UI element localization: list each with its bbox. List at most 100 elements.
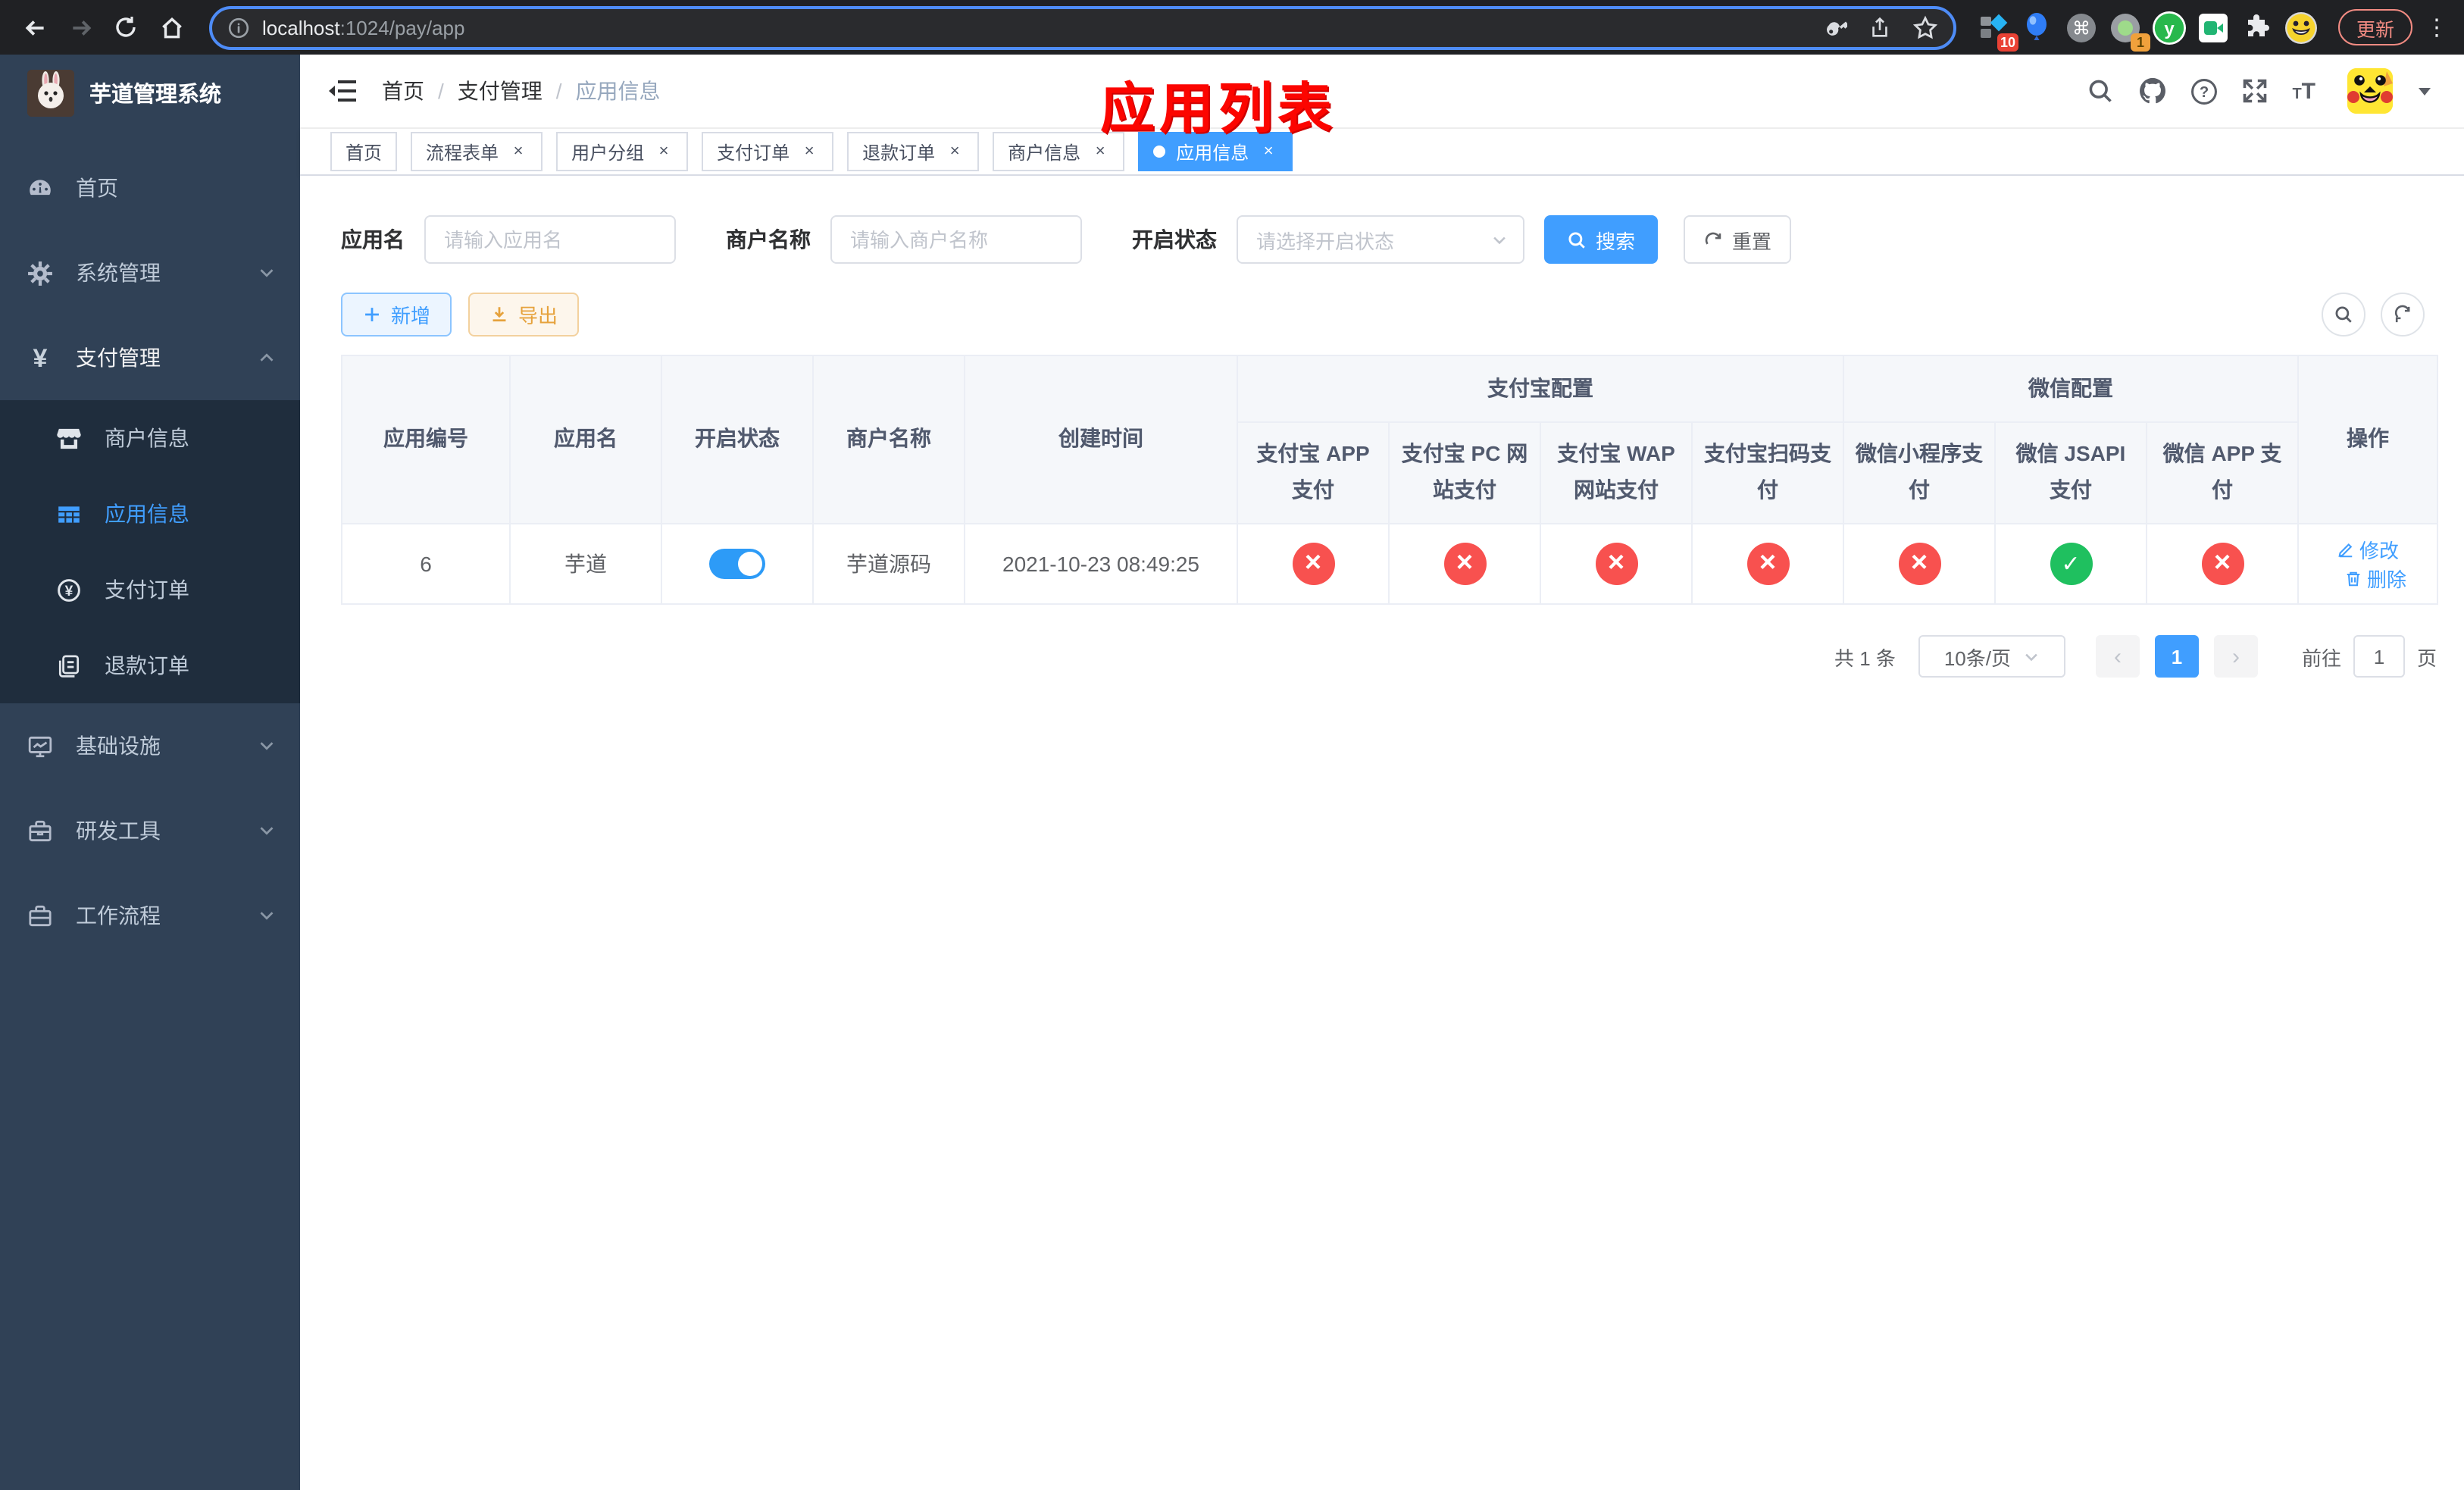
next-page-button[interactable]: › [2213,635,2258,678]
goto-page-input[interactable] [2353,635,2405,678]
sidebar-subitem-refund-order[interactable]: 退款订单 [0,628,300,703]
url-bar[interactable]: localhost:1024/pay/app [209,5,1956,49]
tab-label: 支付订单 [717,142,790,163]
font-size-icon[interactable]: TT [2292,78,2315,104]
tab-refund-order[interactable]: 退款订单 × [847,132,980,171]
reset-button[interactable]: 重置 [1684,215,1792,264]
cell-status [661,523,814,605]
status-select[interactable]: 请选择开启状态 [1237,215,1524,264]
breadcrumb-home[interactable]: 首页 [382,76,424,106]
browser-update-button[interactable]: 更新 [2337,9,2412,45]
breadcrumb-app-info: 应用信息 [575,79,661,103]
profile-smiley-icon[interactable] [2282,8,2320,46]
sidebar-item-devtools[interactable]: 研发工具 [0,788,300,873]
browser-forward-button[interactable] [61,8,100,47]
app-logo-row[interactable]: 芋道管理系统 [0,55,300,130]
search-button[interactable]: 搜索 [1544,215,1659,264]
goto-unit: 页 [2416,646,2437,669]
sidebar-collapse-button[interactable] [327,76,358,106]
browser-reload-button[interactable] [106,8,145,47]
close-icon[interactable]: × [1259,142,1277,161]
share-icon[interactable] [1868,16,1891,39]
delete-link[interactable]: 删除 [2344,564,2406,593]
download-icon [492,307,506,322]
tab-user-group[interactable]: 用户分组 × [556,132,689,171]
close-icon[interactable]: × [1091,142,1109,161]
url-text[interactable]: localhost:1024/pay/app [262,16,464,39]
close-icon[interactable]: × [946,142,964,161]
sidebar-item-system[interactable]: 系统管理 [0,230,300,315]
github-icon[interactable] [2137,77,2166,105]
avatar-dropdown-caret-icon[interactable] [2419,87,2431,95]
bookmark-star-icon[interactable] [1912,14,1938,40]
page-1-button[interactable]: 1 [2154,635,2199,678]
extension-chat-icon[interactable] [2194,8,2232,46]
status-cross-icon [2201,543,2244,585]
col-alipay-wap: 支付宝 WAP 网站支付 [1540,421,1693,524]
status-cross-icon [1443,543,1486,585]
search-icon [1568,231,1585,248]
close-icon[interactable]: × [509,142,527,161]
tab-home[interactable]: 首页 [330,132,398,171]
password-key-icon[interactable] [1821,14,1847,40]
breadcrumb-separator: / [438,79,444,103]
page-size-select[interactable]: 10条/页 [1918,635,2065,678]
tab-pay-order[interactable]: 支付订单 × [702,132,834,171]
chevron-down-icon [260,827,274,835]
browser-home-button[interactable] [152,8,191,47]
status-cross-icon [1746,543,1789,585]
sidebar-item-label: 商户信息 [105,426,189,450]
merchant-name-input[interactable] [830,215,1082,264]
extension-command-icon[interactable]: ⌘ [2062,8,2100,46]
help-icon[interactable]: ? [2189,77,2218,105]
tab-merchant-info[interactable]: 商户信息 × [993,132,1125,171]
cell-wechat-mini [1843,523,1996,605]
extension-badge: 1 [2130,33,2150,51]
status-label: 开启状态 [1132,227,1217,252]
edit-link[interactable]: 修改 [2337,535,2399,564]
info-icon[interactable] [227,16,250,39]
app-name-input[interactable] [424,215,676,264]
export-button-label: 导出 [518,305,558,327]
sidebar-subitem-pay-order[interactable]: ¥ 支付订单 [0,552,300,628]
extension-balloon-icon[interactable] [2018,8,2056,46]
breadcrumb-payment[interactable]: 支付管理 [458,76,543,106]
browser-back-button[interactable] [15,8,55,47]
plus-icon [365,308,379,321]
fullscreen-icon[interactable] [2240,77,2269,105]
browser-menu-dots-icon[interactable]: ⋮ [2425,14,2449,41]
extension-proxy-icon[interactable]: 1 [2106,8,2150,51]
close-icon[interactable]: × [800,142,818,161]
prev-page-button[interactable]: ‹ [2095,635,2140,678]
browser-toolbar: localhost:1024/pay/app 10 ⌘ 1 y 更新 ⋮ [0,0,2464,55]
sidebar-item-label: 研发工具 [76,819,161,843]
add-button[interactable]: 新增 [341,293,452,337]
tab-label: 首页 [346,142,383,163]
extension-sketch-icon[interactable]: 10 [1975,8,2018,51]
sidebar-item-home[interactable]: 首页 [0,146,300,230]
tab-process-form[interactable]: 流程表单 × [411,132,543,171]
sidebar-item-workflow[interactable]: 工作流程 [0,873,300,958]
sidebar-subitem-app-info[interactable]: 应用信息 [0,476,300,552]
toggle-search-button[interactable] [2322,293,2366,337]
svg-text:¥: ¥ [65,583,73,599]
header-search-icon[interactable] [2086,77,2115,105]
status-cross-icon [1898,543,1940,585]
extension-y-icon[interactable]: y [2150,8,2188,46]
close-icon[interactable]: × [655,142,673,161]
tab-app-info[interactable]: 应用信息 × [1138,132,1293,171]
tab-label: 商户信息 [1008,142,1081,163]
chevron-down-icon [260,742,274,750]
add-button-label: 新增 [391,305,431,327]
sidebar-item-payment[interactable]: ¥ 支付管理 [0,315,300,400]
extensions-puzzle-icon[interactable] [2238,8,2276,46]
refresh-table-button[interactable] [2381,293,2425,337]
export-button[interactable]: 导出 [468,293,580,337]
row-enabled-toggle[interactable] [709,549,765,579]
cell-app-name: 芋道 [509,523,662,605]
user-avatar[interactable] [2347,68,2393,114]
cell-merchant: 芋道源码 [812,523,965,605]
sidebar-item-infrastructure[interactable]: 基础设施 [0,703,300,788]
sidebar-item-label: 应用信息 [105,502,189,526]
sidebar-subitem-merchant[interactable]: 商户信息 [0,400,300,476]
